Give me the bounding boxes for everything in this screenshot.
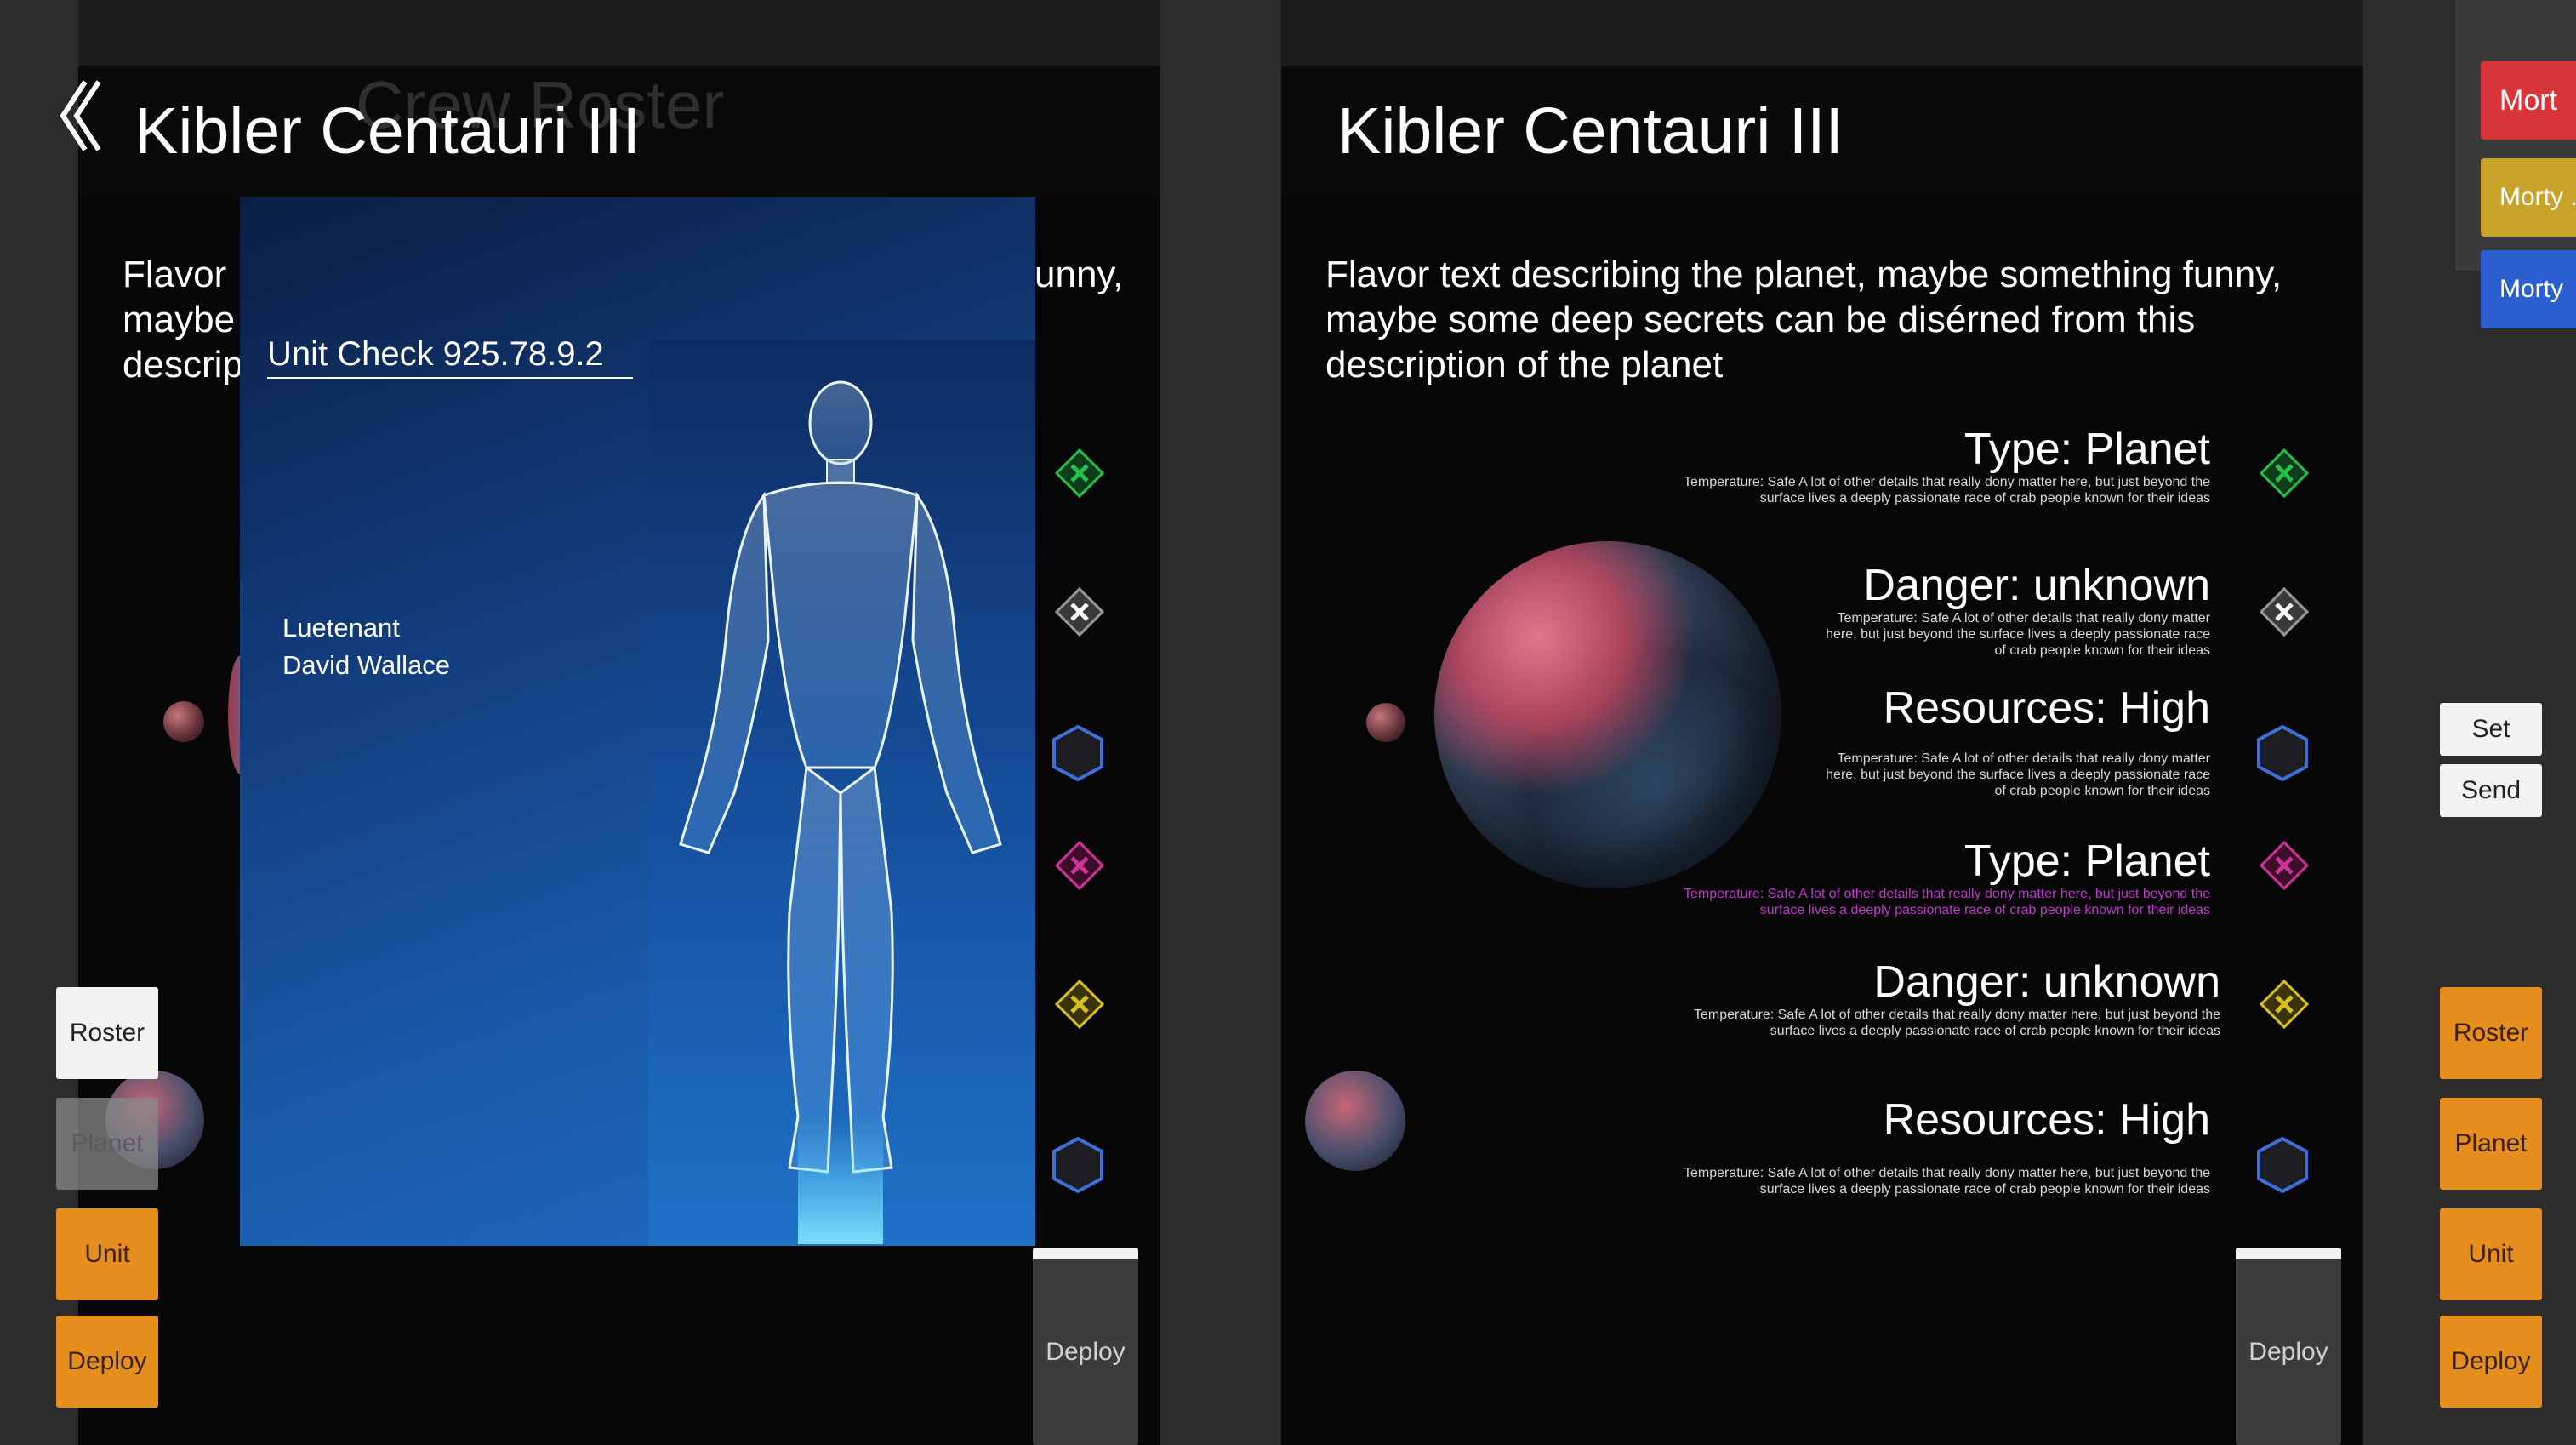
left-page-title: Kibler Centauri III <box>134 94 641 168</box>
crew-name: David Wallace <box>282 650 450 680</box>
yellow-x-badge-icon <box>1051 976 1108 1032</box>
set-button[interactable]: Set <box>2440 703 2542 756</box>
left-deploy-column-button[interactable]: Deploy <box>1033 1248 1138 1445</box>
grey-x-badge-icon <box>1051 584 1108 640</box>
right-unit-button[interactable]: Unit <box>2440 1208 2542 1300</box>
info-3-title: Resources: High <box>1883 683 2210 733</box>
info-4-title: Type: Planet <box>1963 837 2210 886</box>
info-4-detail: Temperature: Safe A lot of other details… <box>1683 887 2210 917</box>
left-flavor-fragment-4: descrip <box>123 344 243 386</box>
right-roster-button[interactable]: Roster <box>2440 987 2542 1079</box>
yellow-x-badge-icon-right <box>2256 976 2312 1032</box>
right-deploy-button[interactable]: Deploy <box>2440 1316 2542 1408</box>
morty-tag-red[interactable]: Mort <box>2481 61 2576 140</box>
left-flavor-fragment-3: maybe <box>123 299 236 340</box>
morty-tag-yellow[interactable]: Morty . <box>2481 158 2576 237</box>
morty-tag-blue[interactable]: Morty <box>2481 250 2576 328</box>
right-deploy-column-button[interactable]: Deploy <box>2236 1248 2341 1445</box>
left-unit-button[interactable]: Unit <box>56 1208 158 1300</box>
chevrons-left-icon[interactable] <box>51 75 105 157</box>
info-2-detail: Temperature: Safe A lot of other details… <box>1826 611 2210 658</box>
info-1-detail: Temperature: Safe A lot of other details… <box>1683 475 2210 505</box>
left-planet-button[interactable]: Planet <box>56 1098 158 1190</box>
left-flavor-fragment-1: Flavor <box>123 254 227 295</box>
info-5-title: Danger: unknown <box>1873 957 2220 1007</box>
pink-x-badge-icon-right <box>2256 837 2312 894</box>
crew-rank: Luetenant <box>282 613 400 643</box>
blue-hexagon-icon-right-2 <box>2254 1135 2311 1194</box>
green-x-badge-icon-right <box>2256 445 2312 501</box>
crew-card: Unit Check 925.78.9.2 Luetenant David Wa… <box>240 197 1035 1246</box>
small-moon-image <box>163 701 204 742</box>
blue-hexagon-icon-2 <box>1050 1135 1106 1194</box>
human-hologram-image <box>662 368 1019 1244</box>
info-1-title: Type: Planet <box>1963 425 2210 474</box>
send-button[interactable]: Send <box>2440 764 2542 817</box>
left-flavor-fragment-2: unny, <box>1034 254 1124 295</box>
info-5-detail: Temperature: Safe A lot of other details… <box>1693 1008 2220 1038</box>
right-bottom-planet-image <box>1305 1071 1405 1171</box>
right-planet-button[interactable]: Planet <box>2440 1098 2542 1190</box>
green-x-badge-icon <box>1051 445 1108 501</box>
info-2-title: Danger: unknown <box>1863 561 2210 610</box>
left-deploy-button[interactable]: Deploy <box>56 1316 158 1408</box>
right-page-title: Kibler Centauri III <box>1337 94 1844 168</box>
right-flavor-text: Flavor text describing the planet, maybe… <box>1325 254 2282 386</box>
left-top-band <box>78 0 1160 66</box>
main-planet-image <box>1434 541 1781 888</box>
info-3-detail: Temperature: Safe A lot of other details… <box>1826 751 2210 798</box>
small-moon-image-right <box>1366 703 1405 742</box>
info-6-title: Resources: High <box>1883 1095 2210 1145</box>
info-6-detail: Temperature: Safe A lot of other details… <box>1683 1166 2210 1197</box>
pink-x-badge-icon <box>1051 837 1108 894</box>
blue-hexagon-icon <box>1050 723 1106 782</box>
right-top-band <box>1281 0 2363 66</box>
left-roster-button[interactable]: Roster <box>56 987 158 1079</box>
grey-x-badge-icon-right <box>2256 584 2312 640</box>
unit-check-label: Unit Check 925.78.9.2 <box>267 335 633 379</box>
blue-hexagon-icon-right <box>2254 723 2311 782</box>
